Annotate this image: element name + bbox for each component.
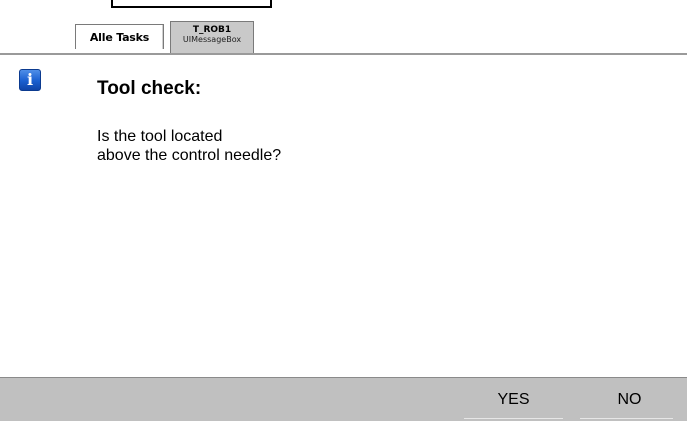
message-title: Tool check:: [97, 78, 202, 99]
message-line: above the control needle?: [97, 147, 282, 164]
header-divider: [0, 53, 687, 55]
tab-t-rob1[interactable]: T_ROB1 UIMessageBox: [170, 21, 254, 54]
no-button[interactable]: NO: [572, 378, 687, 421]
yes-button[interactable]: YES: [456, 378, 571, 421]
tab-alle-tasks-label: Alle Tasks: [89, 31, 150, 44]
info-icon: i: [19, 69, 41, 91]
tab-t-rob1-sublabel: UIMessageBox: [182, 35, 242, 44]
tab-alle-tasks[interactable]: Alle Tasks: [75, 24, 164, 49]
tab-t-rob1-label: T_ROB1: [192, 25, 232, 35]
task-connector-line: [111, 0, 272, 8]
button-bar: YES NO: [0, 377, 687, 421]
message-line: Is the tool located: [97, 128, 223, 145]
task-tab-bar: Alle Tasks T_ROB1 UIMessageBox: [0, 18, 687, 54]
message-body: Is the tool located above the control ne…: [97, 127, 281, 165]
